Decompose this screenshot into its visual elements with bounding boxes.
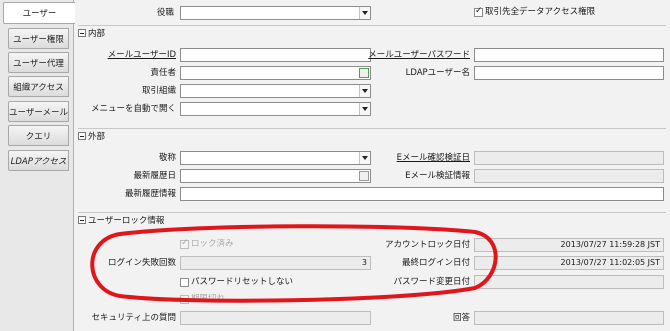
menu-auto-open-label: メニューを自動で開く (90, 104, 176, 114)
locked-label: ロック済み (191, 239, 234, 249)
tab-user-substitute[interactable]: ユーザー代理 (8, 52, 69, 73)
tab-label: ユーザー代理 (13, 58, 64, 69)
failed-login-label: ログイン失敗回数 (107, 258, 176, 268)
role-label: 役職 (156, 8, 174, 18)
email-verify-info-field (474, 169, 664, 183)
user-form-panel: 役職 取引先全データアクセス権限 内部 メールユーザーID メールユーザーパスワ… (74, 0, 670, 331)
password-change-date-label: パスワード変更日付 (393, 277, 470, 287)
security-question-label: セキュリティ上の質問 (91, 313, 177, 323)
last-contact-date-input[interactable] (180, 169, 371, 183)
ldap-user-label: LDAPユーザー名 (405, 68, 470, 78)
tab-label: 組織アクセス (13, 82, 64, 93)
email-verify-date-field (474, 151, 664, 165)
menu-auto-open-select[interactable] (180, 102, 371, 116)
tab-user[interactable]: ユーザー (3, 2, 75, 24)
email-verify-date-label: Eメール確認検証日 (396, 153, 470, 163)
section-title: ユーザーロック情報 (88, 215, 165, 226)
role-select[interactable] (180, 6, 371, 20)
ldap-user-input[interactable] (474, 66, 664, 80)
tab-label: ユーザーメール (9, 107, 68, 118)
chevron-down-icon[interactable] (359, 103, 370, 115)
account-lock-date-field: 2013/07/27 11:59:28 JST (474, 238, 664, 252)
tab-label: クエリ (25, 131, 52, 142)
account-lock-date-label: アカウントロック日付 (384, 240, 470, 250)
tab-user-mail[interactable]: ユーザーメール (8, 101, 69, 122)
expired-checkbox[interactable] (180, 295, 189, 304)
mail-password-input[interactable] (474, 48, 664, 62)
section-user-lock-header[interactable]: ユーザーロック情報 (78, 212, 666, 226)
collapse-icon[interactable] (78, 131, 86, 140)
failed-login-field: 3 (180, 256, 371, 270)
collapse-icon[interactable] (78, 28, 86, 37)
tab-ldap-access[interactable]: LDAPアクセス (8, 150, 69, 171)
answer-field (474, 311, 664, 325)
org-label: 取引組織 (141, 86, 176, 96)
locked-checkbox[interactable] (180, 238, 189, 249)
last-contact-info-label: 最新履歴情報 (124, 189, 176, 199)
supervisor-label: 責任者 (150, 68, 176, 78)
org-select[interactable] (180, 84, 371, 98)
mail-user-id-label: メールユーザーID (107, 50, 176, 60)
expired-label: 期限切れ (191, 294, 226, 304)
tab-label: ユーザー権限 (13, 34, 64, 45)
tab-user-permissions[interactable]: ユーザー権限 (8, 28, 69, 49)
chevron-down-icon[interactable] (359, 7, 370, 19)
last-contact-date-label: 最新履歴日 (133, 171, 176, 181)
honorific-select[interactable] (180, 151, 371, 165)
tab-label: LDAPアクセス (10, 156, 67, 167)
email-verify-info-label: Eメール検証情報 (405, 171, 470, 181)
collapse-icon[interactable] (78, 215, 86, 224)
tab-strip: ユーザー ユーザー権限 ユーザー代理 組織アクセス ユーザーメール クエリ LD… (0, 0, 75, 331)
section-title: 外部 (88, 131, 106, 142)
tab-label: ユーザー (22, 9, 57, 19)
no-password-reset-checkbox[interactable] (180, 278, 189, 287)
section-internal-header[interactable]: 内部 (78, 25, 666, 39)
partner-access-label: 取引先全データアクセス権限 (485, 7, 596, 17)
tab-query[interactable]: クエリ (8, 125, 69, 146)
last-login-label: 最終ログイン日付 (401, 258, 470, 268)
section-title: 内部 (88, 28, 106, 39)
last-contact-info-input[interactable] (180, 187, 664, 201)
supervisor-input[interactable] (180, 66, 371, 80)
answer-label: 回答 (452, 313, 470, 323)
mail-password-label: メールユーザーパスワード (368, 50, 470, 60)
honorific-label: 敬称 (158, 153, 176, 163)
mail-user-id-input[interactable] (180, 48, 371, 62)
last-login-field: 2013/07/27 11:02:05 JST (474, 256, 664, 270)
section-external-header[interactable]: 外部 (78, 128, 666, 142)
password-change-date-field (474, 275, 664, 289)
chevron-down-icon[interactable] (359, 85, 370, 97)
security-question-field (180, 311, 371, 325)
partner-access-checkbox[interactable] (474, 6, 483, 17)
no-password-reset-label: パスワードリセットしない (191, 277, 294, 287)
tab-org-access[interactable]: 組織アクセス (8, 76, 69, 97)
